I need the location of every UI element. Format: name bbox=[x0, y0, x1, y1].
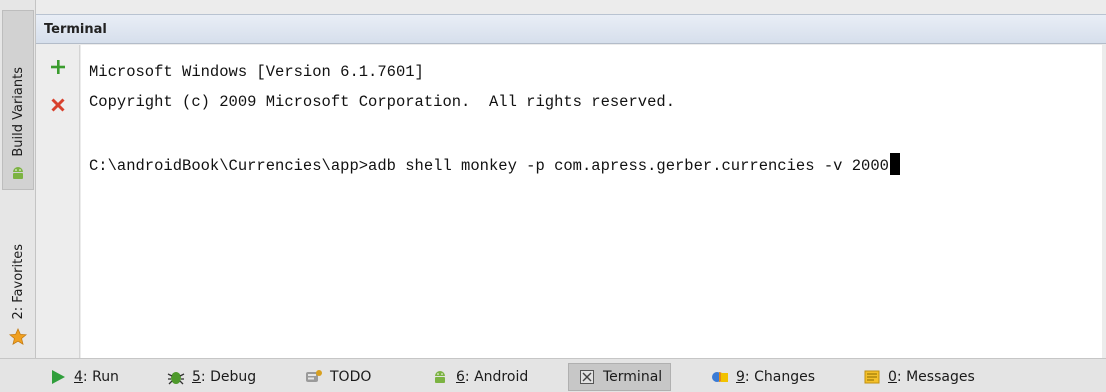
terminal-line: Copyright (c) 2009 Microsoft Corporation… bbox=[89, 93, 675, 111]
tab-label: : Debug bbox=[200, 369, 257, 385]
tab-label: TODO bbox=[330, 369, 372, 385]
android-icon bbox=[430, 368, 450, 386]
debug-icon bbox=[166, 368, 186, 386]
tab-label: Terminal bbox=[603, 369, 663, 385]
tab-label: : Run bbox=[82, 369, 119, 385]
tab-run[interactable]: 4: Run bbox=[40, 363, 127, 391]
tab-label: : Changes bbox=[744, 369, 815, 385]
terminal-output[interactable]: Microsoft Windows [Version 6.1.7601] Cop… bbox=[81, 45, 1102, 358]
left-tool-strip: Build Variants 2: Favorites bbox=[0, 0, 36, 358]
run-icon bbox=[48, 368, 68, 386]
tab-mnemonic: 4 bbox=[74, 369, 83, 385]
tab-todo[interactable]: TODO bbox=[296, 363, 379, 391]
build-variants-tab[interactable]: Build Variants bbox=[2, 10, 34, 190]
new-session-button[interactable] bbox=[48, 59, 68, 79]
terminal-action-gutter bbox=[36, 45, 80, 358]
tab-label: : Messages bbox=[896, 369, 975, 385]
terminal-icon bbox=[577, 368, 597, 386]
android-icon bbox=[10, 165, 26, 181]
tab-mnemonic: 0 bbox=[888, 369, 897, 385]
tab-mnemonic: 9 bbox=[736, 369, 745, 385]
tab-mnemonic: 6 bbox=[456, 369, 465, 385]
tab-changes[interactable]: 9: Changes bbox=[702, 363, 823, 391]
favorites-tab[interactable]: 2: Favorites bbox=[2, 206, 34, 354]
terminal-command: C:\androidBook\Currencies\app>adb shell … bbox=[89, 157, 889, 175]
todo-icon bbox=[304, 368, 324, 386]
build-variants-label: Build Variants bbox=[10, 67, 26, 157]
tab-label: : Android bbox=[464, 369, 529, 385]
tab-debug[interactable]: 5: Debug bbox=[158, 363, 264, 391]
favorites-label: 2: Favorites bbox=[10, 244, 26, 320]
tab-messages[interactable]: 0: Messages bbox=[854, 363, 983, 391]
star-icon bbox=[9, 328, 27, 346]
tab-mnemonic: 5 bbox=[192, 369, 201, 385]
bottom-tool-bar: 4: Run 5: Debug TODO 6: Android Terminal… bbox=[0, 358, 1106, 392]
close-session-button[interactable] bbox=[48, 97, 68, 117]
close-icon bbox=[50, 97, 66, 117]
tab-android[interactable]: 6: Android bbox=[422, 363, 536, 391]
terminal-header: Terminal bbox=[36, 14, 1106, 44]
changes-icon bbox=[710, 368, 730, 386]
terminal-title: Terminal bbox=[44, 21, 107, 37]
terminal-line: Microsoft Windows [Version 6.1.7601] bbox=[89, 63, 424, 81]
tab-terminal[interactable]: Terminal bbox=[568, 363, 672, 391]
plus-icon bbox=[50, 59, 66, 79]
text-cursor bbox=[889, 153, 900, 175]
messages-icon bbox=[862, 368, 882, 386]
terminal-prompt-line[interactable]: C:\androidBook\Currencies\app>adb shell … bbox=[89, 151, 1102, 181]
